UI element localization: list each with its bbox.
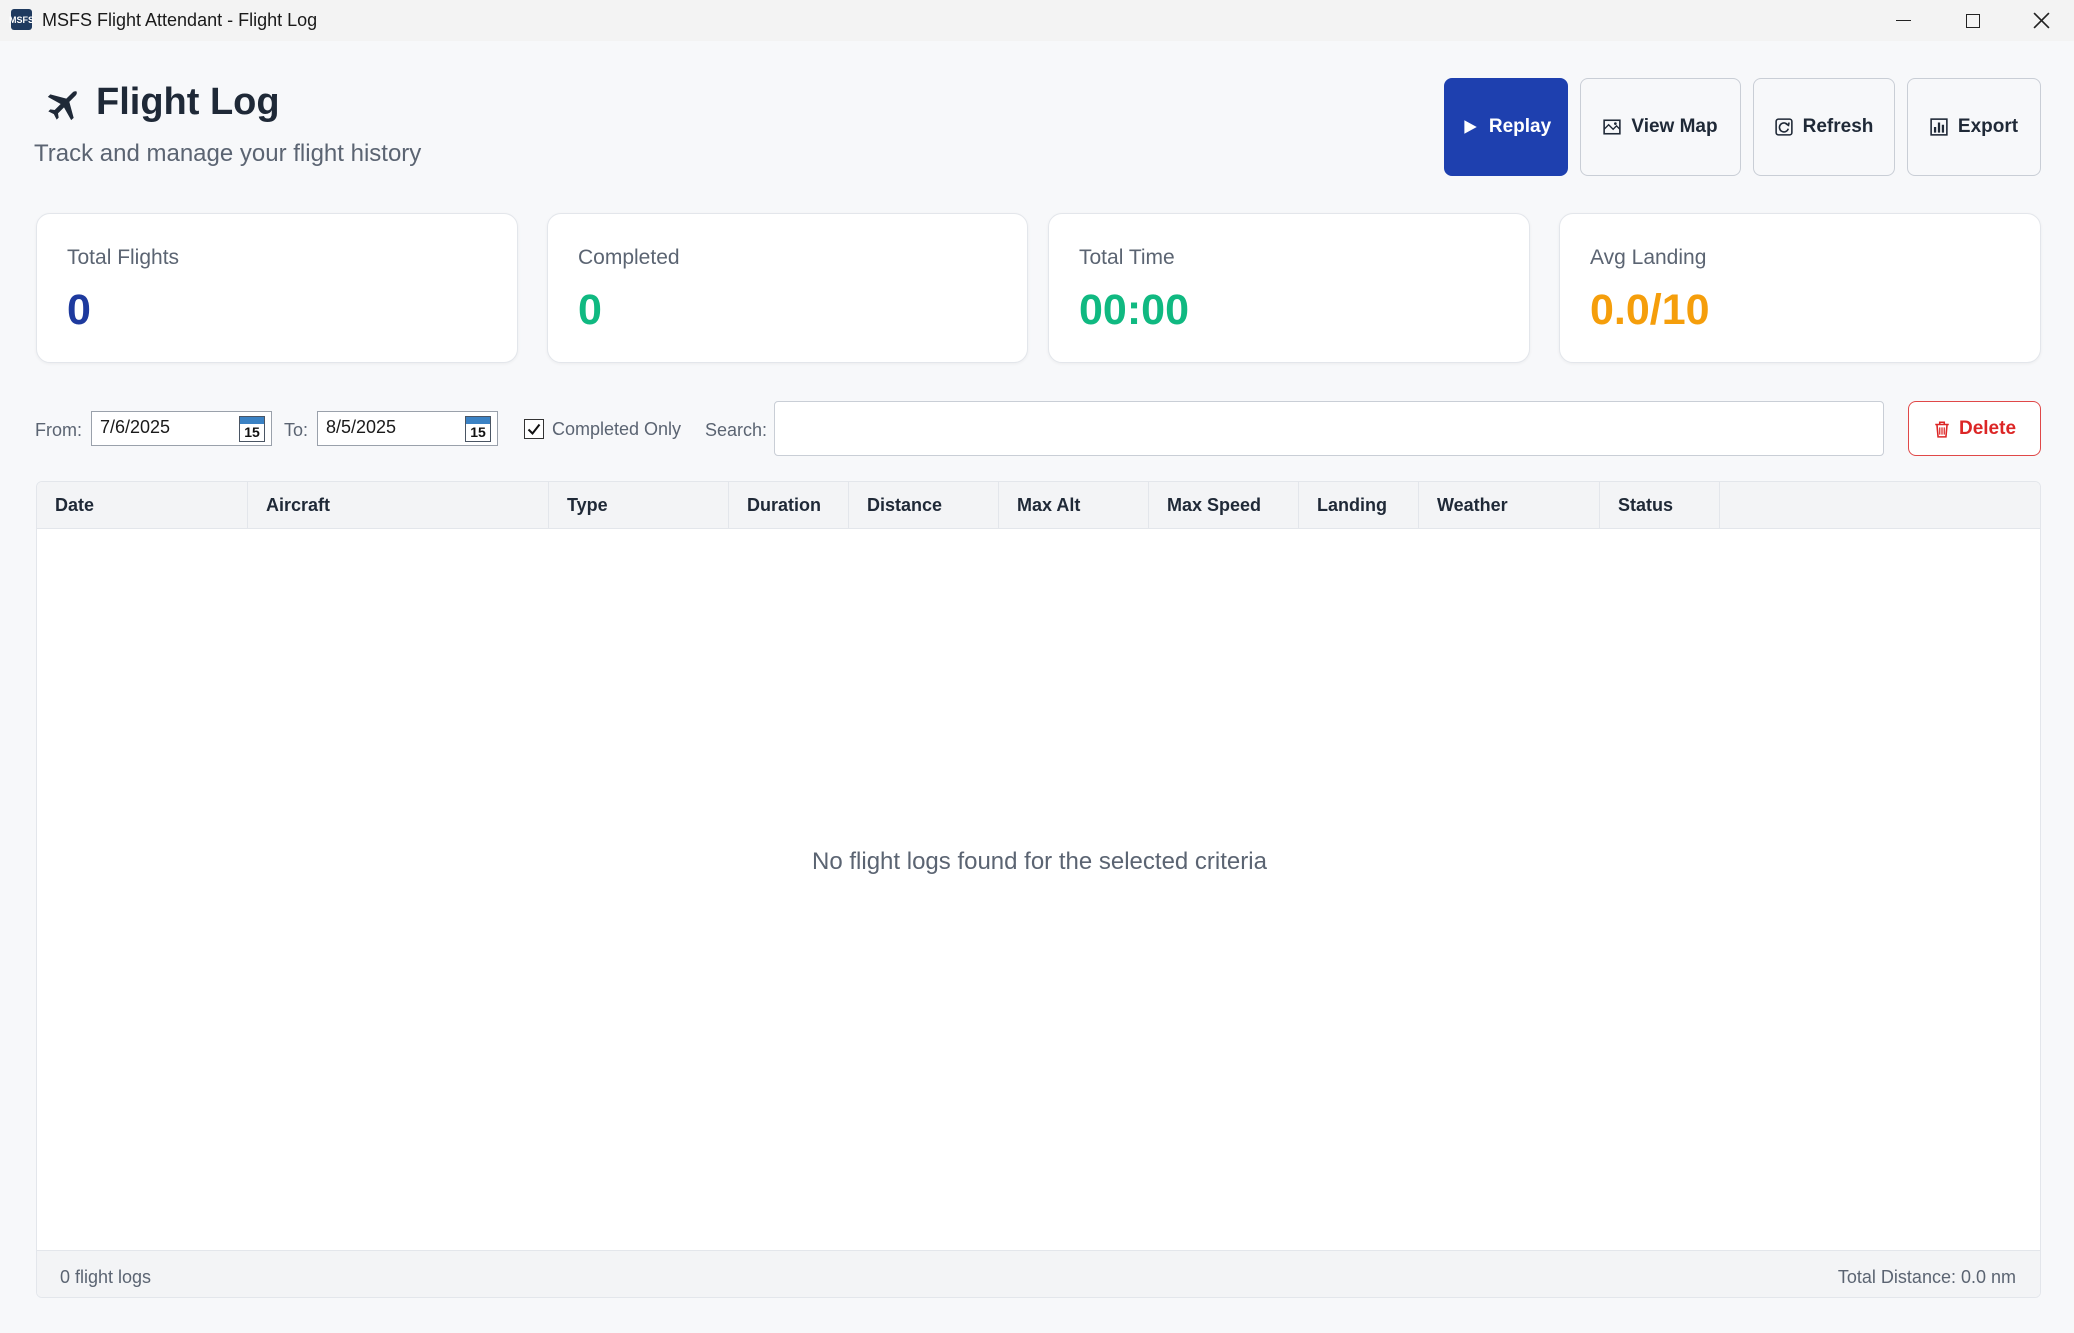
from-label: From: bbox=[35, 420, 82, 440]
stat-label: Total Flights bbox=[67, 246, 180, 269]
replay-button[interactable]: Replay bbox=[1444, 78, 1568, 176]
column-header-date[interactable]: Date bbox=[37, 482, 248, 529]
stat-value: 0 bbox=[67, 286, 91, 334]
flight-log-count: 0 flight logs bbox=[60, 1267, 152, 1287]
total-distance: Total Distance: 0.0 nm bbox=[1837, 1267, 2016, 1287]
total-flights-card: Total Flights 0 bbox=[36, 213, 518, 363]
checkmark-icon bbox=[527, 423, 541, 436]
flight-log-table: Date Aircraft Type Duration Distance Max… bbox=[36, 481, 2041, 1298]
airplane-icon bbox=[47, 91, 77, 121]
stat-label: Total Time bbox=[1079, 246, 1175, 269]
page-subtitle: Track and manage your flight history bbox=[34, 140, 422, 167]
completed-only-label[interactable]: Completed Only bbox=[552, 419, 681, 440]
minimize-icon bbox=[1895, 19, 1911, 22]
stat-value: 00:00 bbox=[1079, 286, 1189, 334]
stat-label: Avg Landing bbox=[1590, 246, 1707, 269]
app-icon: MSFS bbox=[9, 9, 34, 30]
column-header-type[interactable]: Type bbox=[549, 482, 729, 529]
map-icon bbox=[1603, 119, 1622, 135]
to-date-picker[interactable]: 8/5/2025 15 bbox=[317, 411, 498, 446]
column-header-max-alt[interactable]: Max Alt bbox=[999, 482, 1149, 529]
stat-value: 0 bbox=[578, 286, 602, 334]
play-icon bbox=[1464, 120, 1477, 134]
page-title: Flight Log bbox=[96, 81, 280, 123]
minimize-button[interactable] bbox=[1868, 0, 1938, 41]
maximize-button[interactable] bbox=[1938, 0, 2008, 41]
table-header: Date Aircraft Type Duration Distance Max… bbox=[37, 482, 2040, 529]
column-header-duration[interactable]: Duration bbox=[729, 482, 849, 529]
column-header-status[interactable]: Status bbox=[1600, 482, 1720, 529]
column-header-distance[interactable]: Distance bbox=[849, 482, 999, 529]
avg-landing-card: Avg Landing 0.0/10 bbox=[1559, 213, 2041, 363]
maximize-icon bbox=[1966, 13, 1980, 28]
stat-label: Completed bbox=[578, 246, 680, 269]
search-label: Search: bbox=[705, 420, 768, 440]
bar-chart-icon bbox=[1930, 118, 1948, 136]
completed-only-checkbox[interactable] bbox=[524, 419, 544, 439]
close-button[interactable] bbox=[2006, 0, 2074, 41]
from-date-value: 7/6/2025 bbox=[100, 417, 171, 437]
search-input[interactable] bbox=[774, 401, 1884, 456]
title-bar: MSFS MSFS Flight Attendant - Flight Log bbox=[0, 0, 2074, 41]
empty-state-message: No flight logs found for the selected cr… bbox=[812, 848, 1267, 875]
export-button-label: Export bbox=[1957, 116, 2019, 137]
delete-button[interactable]: Delete bbox=[1908, 401, 2041, 456]
refresh-button[interactable]: Refresh bbox=[1753, 78, 1895, 176]
calendar-icon[interactable]: 15 bbox=[239, 416, 265, 442]
column-header-landing[interactable]: Landing bbox=[1299, 482, 1419, 529]
column-header-weather[interactable]: Weather bbox=[1419, 482, 1600, 529]
calendar-day: 15 bbox=[244, 424, 260, 440]
view-map-button[interactable]: View Map bbox=[1580, 78, 1741, 176]
export-button[interactable]: Export bbox=[1907, 78, 2041, 176]
window-title: MSFS Flight Attendant - Flight Log bbox=[42, 10, 318, 30]
view-map-button-label: View Map bbox=[1631, 116, 1718, 137]
column-header-max-speed[interactable]: Max Speed bbox=[1149, 482, 1299, 529]
column-header-aircraft[interactable]: Aircraft bbox=[248, 482, 549, 529]
total-time-card: Total Time 00:00 bbox=[1048, 213, 1530, 363]
calendar-icon[interactable]: 15 bbox=[465, 416, 491, 442]
from-date-picker[interactable]: 7/6/2025 15 bbox=[91, 411, 272, 446]
to-date-value: 8/5/2025 bbox=[326, 417, 397, 437]
stat-value: 0.0/10 bbox=[1590, 286, 1710, 334]
table-footer: 0 flight logs Total Distance: 0.0 nm bbox=[37, 1250, 2040, 1297]
replay-button-label: Replay bbox=[1488, 116, 1552, 137]
trash-icon bbox=[1935, 420, 1949, 438]
refresh-icon bbox=[1774, 118, 1793, 136]
completed-card: Completed 0 bbox=[547, 213, 1028, 363]
to-label: To: bbox=[284, 420, 309, 440]
delete-button-label: Delete bbox=[1958, 417, 2017, 439]
calendar-day: 15 bbox=[470, 424, 486, 440]
refresh-button-label: Refresh bbox=[1802, 116, 1874, 137]
close-icon bbox=[2032, 12, 2050, 29]
